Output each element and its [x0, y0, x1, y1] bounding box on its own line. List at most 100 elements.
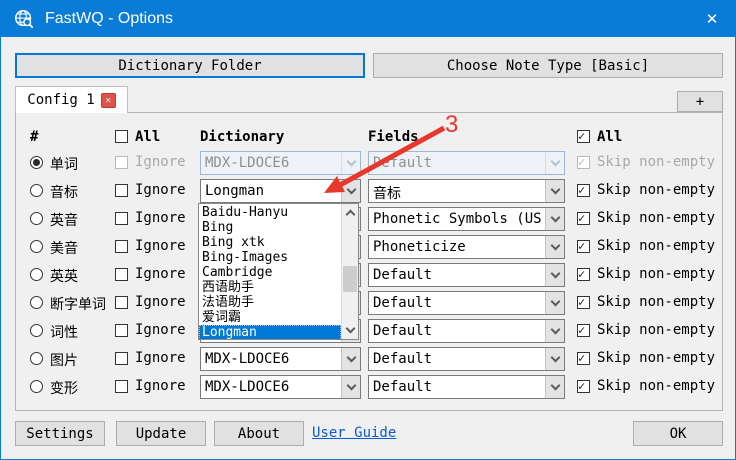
ignore-checkbox[interactable] — [115, 212, 128, 225]
skip-non-empty-checkbox[interactable] — [577, 240, 590, 253]
dictionary-select[interactable]: MDX-LDOCE6 — [200, 375, 361, 399]
dropdown-item[interactable]: Longman — [199, 325, 341, 339]
scrollbar-thumb[interactable] — [343, 266, 357, 292]
field-select[interactable]: Default — [368, 347, 565, 371]
ignore-checkbox[interactable] — [115, 184, 128, 197]
row-radio-4[interactable] — [30, 240, 43, 253]
skip-non-empty-checkbox[interactable] — [577, 352, 590, 365]
row-label: 英音 — [50, 210, 78, 230]
dropdown-chevron-icon[interactable] — [545, 376, 564, 398]
ignore-checkbox[interactable] — [115, 324, 128, 337]
choose-note-type-button[interactable]: Choose Note Type [Basic] — [373, 53, 723, 78]
dropdown-chevron-icon — [341, 152, 360, 174]
tab-close-icon[interactable]: ✕ — [101, 93, 116, 108]
row-label: 美音 — [50, 238, 78, 258]
skip-non-empty-checkbox[interactable] — [577, 184, 590, 197]
dropdown-chevron-icon[interactable] — [545, 264, 564, 286]
ignore-checkbox[interactable] — [115, 240, 128, 253]
ignore-label: Ignore — [135, 322, 186, 338]
field-value: 音标 — [373, 183, 401, 203]
dropdown-chevron-icon[interactable] — [545, 348, 564, 370]
row-radio-2[interactable] — [30, 184, 43, 197]
dropdown-item[interactable]: 法语助手 — [199, 295, 341, 310]
field-value: Phonetic Symbols (US) — [373, 211, 544, 227]
dictionary-value: Longman — [205, 183, 264, 199]
dropdown-item[interactable]: Bing xtk — [199, 235, 341, 250]
row-label: 音标 — [50, 182, 78, 202]
field-select[interactable]: Default — [368, 319, 565, 343]
field-select: Default — [368, 151, 565, 175]
row-radio-7[interactable] — [30, 324, 43, 337]
dropdown-item[interactable]: 西语助手 — [199, 280, 341, 295]
dropdown-items: Baidu-HanyuBingBing xtkBing-ImagesCambri… — [199, 205, 341, 339]
skip-non-empty-label: Skip non-empty — [597, 378, 715, 394]
update-button[interactable]: Update — [116, 421, 206, 446]
field-value: Default — [373, 323, 432, 339]
dropdown-chevron-icon[interactable] — [545, 236, 564, 258]
row-label: 变形 — [50, 378, 78, 398]
about-button[interactable]: About — [214, 421, 304, 446]
skip-non-empty-label: Skip non-empty — [597, 182, 715, 198]
scroll-down-icon[interactable] — [342, 322, 358, 339]
dropdown-item[interactable]: Baidu-Hanyu — [199, 205, 341, 220]
field-value: Default — [373, 295, 432, 311]
dropdown-item[interactable]: Cambridge — [199, 265, 341, 280]
tab-config-1[interactable]: Config 1 ✕ — [15, 86, 128, 113]
dropdown-item[interactable]: Bing — [199, 220, 341, 235]
ok-button[interactable]: OK — [633, 421, 723, 446]
dropdown-chevron-icon[interactable] — [545, 292, 564, 314]
ok-label: OK — [670, 426, 687, 442]
row-radio-6[interactable] — [30, 296, 43, 309]
ignore-checkbox[interactable] — [115, 352, 128, 365]
dropdown-item[interactable]: Bing-Images — [199, 250, 341, 265]
all-skip-checkbox[interactable] — [577, 130, 590, 143]
field-select[interactable]: Default — [368, 291, 565, 315]
row-label: 单词 — [50, 154, 78, 174]
field-select[interactable]: Phonetic Symbols (US) — [368, 207, 565, 231]
dropdown-chevron-icon[interactable] — [545, 208, 564, 230]
dropdown-chevron-icon[interactable] — [545, 320, 564, 342]
dropdown-chevron-icon[interactable] — [341, 180, 360, 202]
field-select[interactable]: 音标 — [368, 179, 565, 203]
row-label: 断字单词 — [50, 294, 106, 314]
add-config-button[interactable]: + — [677, 91, 723, 112]
skip-non-empty-checkbox[interactable] — [577, 324, 590, 337]
user-guide-link[interactable]: User Guide — [312, 425, 396, 441]
field-select[interactable]: Default — [368, 263, 565, 287]
ignore-label: Ignore — [135, 350, 186, 366]
row-radio-8[interactable] — [30, 352, 43, 365]
all-ignore-checkbox[interactable] — [115, 130, 128, 143]
skip-non-empty-checkbox[interactable] — [577, 268, 590, 281]
skip-non-empty-checkbox[interactable] — [577, 296, 590, 309]
dropdown-chevron-icon[interactable] — [341, 376, 360, 398]
row-radio-1[interactable] — [30, 156, 43, 169]
add-config-label: + — [696, 94, 704, 110]
ignore-checkbox[interactable] — [115, 268, 128, 281]
column-header-hash: # — [30, 129, 38, 145]
row-radio-3[interactable] — [30, 212, 43, 225]
skip-non-empty-checkbox[interactable] — [577, 380, 590, 393]
field-value: Phoneticize — [373, 239, 466, 255]
choose-note-type-label: Choose Note Type [Basic] — [447, 58, 649, 74]
dropdown-chevron-icon[interactable] — [545, 180, 564, 202]
field-value: Default — [373, 379, 432, 395]
ignore-checkbox[interactable] — [115, 296, 128, 309]
skip-non-empty-checkbox[interactable] — [577, 212, 590, 225]
dropdown-scrollbar[interactable] — [341, 204, 358, 339]
skip-non-empty-label: Skip non-empty — [597, 154, 715, 170]
dropdown-item[interactable]: 爱词霸 — [199, 310, 341, 325]
title-bar: FastWQ - Options ✕ — [1, 1, 735, 37]
ignore-checkbox[interactable] — [115, 380, 128, 393]
field-select[interactable]: Phoneticize — [368, 235, 565, 259]
column-header-dictionary: Dictionary — [200, 129, 284, 145]
dropdown-chevron-icon[interactable] — [341, 348, 360, 370]
field-select[interactable]: Default — [368, 375, 565, 399]
window-close-icon[interactable]: ✕ — [689, 1, 735, 37]
scroll-up-icon[interactable] — [342, 204, 358, 221]
settings-button[interactable]: Settings — [15, 421, 105, 446]
row-radio-5[interactable] — [30, 268, 43, 281]
row-radio-9[interactable] — [30, 380, 43, 393]
dictionary-folder-button[interactable]: Dictionary Folder — [15, 53, 365, 78]
dictionary-select[interactable]: Longman — [200, 179, 361, 203]
dictionary-select[interactable]: MDX-LDOCE6 — [200, 347, 361, 371]
